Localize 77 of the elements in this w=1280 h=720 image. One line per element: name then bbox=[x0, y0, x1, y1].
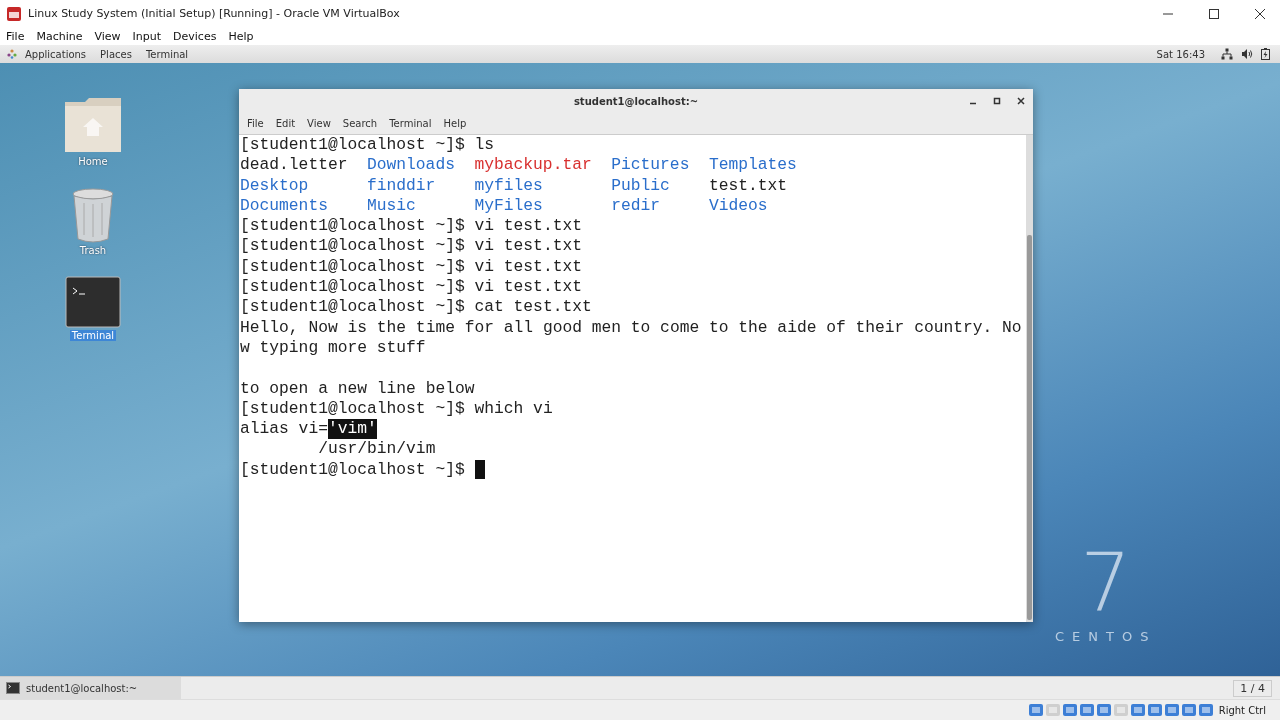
terminal-line: [student1@localhost ~]$ vi test.txt bbox=[240, 256, 582, 278]
maximize-icon[interactable] bbox=[993, 97, 1001, 105]
desktop-icon-label[interactable]: Terminal bbox=[69, 330, 117, 341]
terminal-title: student1@localhost:~ bbox=[573, 95, 699, 107]
scrollbar-thumb[interactable] bbox=[1027, 235, 1032, 620]
menu-item[interactable]: Input bbox=[132, 29, 162, 43]
wallpaper-logo-number: 7 bbox=[1080, 543, 1132, 623]
file-name: Pictures bbox=[611, 155, 691, 176]
file-name: MyFiles bbox=[474, 195, 544, 217]
menu-item[interactable]: Devices bbox=[173, 29, 217, 43]
top-bar-menu[interactable]: Applications bbox=[25, 48, 87, 60]
terminal-line: Hello, Now is the time for all good men to come to the aide of their country. No bbox=[240, 317, 1022, 338]
taskbar-item[interactable]: student1@localhost:~ bbox=[0, 677, 181, 699]
selected-text: 'vim' bbox=[327, 419, 377, 440]
file-name: Documents bbox=[240, 195, 329, 217]
workspace-indicator[interactable]: 1 / 4 bbox=[1233, 679, 1272, 697]
terminal-line: /usr/bin/vim bbox=[317, 439, 436, 460]
terminal-line: [student1@localhost ~]$ cat test.txt bbox=[240, 297, 592, 318]
window-title: Linux Study System (Initial Setup) [Running] - Oracle VM VirtualBox bbox=[28, 7, 400, 20]
menu-item[interactable]: Edit bbox=[275, 118, 296, 129]
top-bar-menu[interactable]: Terminal bbox=[145, 48, 189, 60]
menu-item[interactable]: Machine bbox=[36, 29, 83, 43]
status-icon[interactable] bbox=[1180, 702, 1197, 718]
file-name: dead.letter bbox=[240, 155, 349, 176]
app-icon bbox=[6, 5, 22, 22]
file-name: Videos bbox=[708, 195, 769, 217]
clock[interactable]: Sat 16:43 bbox=[1156, 48, 1205, 60]
menu-item[interactable]: File bbox=[6, 29, 25, 43]
terminal-line: [student1@localhost ~]$ bbox=[240, 459, 466, 481]
status-icon[interactable] bbox=[1163, 702, 1180, 718]
terminal-line: [student1@localhost ~]$ vi test.txt bbox=[240, 216, 582, 237]
terminal-icon[interactable] bbox=[65, 276, 121, 328]
maximize-icon[interactable] bbox=[1208, 7, 1220, 20]
file-name: redir bbox=[611, 195, 662, 217]
file-name: Music bbox=[367, 195, 417, 217]
status-icon[interactable] bbox=[1095, 702, 1112, 718]
status-icon[interactable] bbox=[1078, 702, 1095, 718]
file-name: finddir bbox=[367, 175, 437, 196]
terminal-line: [student1@localhost ~]$ which vi bbox=[240, 398, 553, 420]
trash-icon[interactable] bbox=[70, 187, 116, 243]
status-icon[interactable] bbox=[1061, 702, 1078, 718]
volume-icon[interactable] bbox=[1241, 48, 1253, 60]
host-key-label: Right Ctrl bbox=[1218, 704, 1266, 716]
status-icon[interactable] bbox=[1197, 702, 1214, 718]
wallpaper-logo-word: CENTOS bbox=[1055, 629, 1157, 644]
file-name: Desktop bbox=[240, 175, 310, 196]
close-icon[interactable] bbox=[1254, 7, 1266, 20]
terminal-text: alias vi= bbox=[240, 419, 328, 440]
terminal-line: [student1@localhost ~]$ ls bbox=[240, 135, 495, 156]
status-icon[interactable] bbox=[1129, 702, 1146, 718]
top-bar-menu[interactable]: Places bbox=[100, 48, 132, 60]
file-name: test.txt bbox=[708, 175, 789, 196]
terminal-line: to open a new line below bbox=[240, 378, 475, 399]
terminal-line: w typing more stuff bbox=[240, 337, 426, 359]
menu-item[interactable]: View bbox=[94, 29, 121, 43]
menu-item[interactable]: File bbox=[247, 118, 264, 129]
status-icon[interactable] bbox=[1146, 702, 1163, 718]
network-icon[interactable] bbox=[1221, 48, 1233, 60]
file-name: Downloads bbox=[367, 155, 456, 176]
battery-icon[interactable] bbox=[1261, 48, 1270, 60]
file-name: Templates bbox=[708, 155, 798, 176]
file-name: Public bbox=[611, 175, 671, 196]
menu-item[interactable]: Help bbox=[228, 29, 254, 43]
scrollbar[interactable] bbox=[1026, 135, 1033, 622]
terminal-icon bbox=[6, 682, 20, 694]
menu-item[interactable]: Search bbox=[342, 118, 378, 129]
folder-icon[interactable] bbox=[63, 96, 123, 154]
file-name: mybackup.tar bbox=[474, 155, 593, 176]
menu-item[interactable]: Help bbox=[443, 118, 467, 129]
terminal-line: [student1@localhost ~]$ vi test.txt bbox=[240, 277, 582, 298]
file-name: myfiles bbox=[474, 175, 544, 196]
terminal-line: [student1@localhost ~]$ vi test.txt bbox=[240, 236, 582, 257]
apps-icon bbox=[7, 49, 17, 59]
menu-item[interactable]: Terminal bbox=[389, 118, 432, 129]
menu-item[interactable]: View bbox=[307, 118, 331, 129]
status-icon[interactable] bbox=[1027, 702, 1044, 718]
close-icon[interactable] bbox=[1017, 97, 1025, 105]
